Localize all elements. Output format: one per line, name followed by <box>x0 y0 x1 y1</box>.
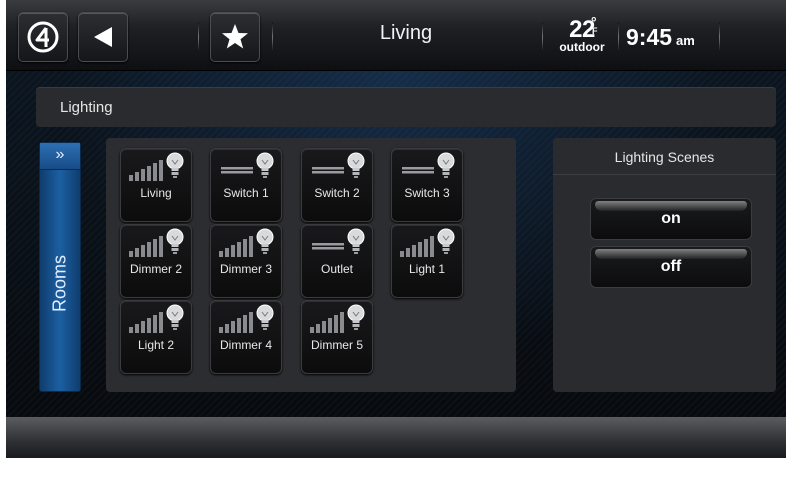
device-label: Light 2 <box>137 338 175 352</box>
device-label: Dimmer 2 <box>129 262 182 276</box>
dimmer-level-icon <box>129 312 163 333</box>
device-tile[interactable]: Dimmer 4 <box>210 300 282 374</box>
bottom-bar <box>6 417 786 458</box>
back-arrow-icon <box>94 27 112 47</box>
divider <box>719 22 720 52</box>
expand-chevron-icon[interactable]: » <box>40 143 80 170</box>
rooms-label: Rooms <box>49 255 70 313</box>
clock-ampm: am <box>676 33 695 48</box>
device-tile[interactable]: Living <box>120 148 192 222</box>
scene-on-button[interactable]: on <box>590 198 752 240</box>
light-bulb-icon <box>166 228 184 254</box>
device-label: Light 1 <box>408 262 446 276</box>
device-label: Switch 1 <box>223 186 269 200</box>
device-tile[interactable]: Dimmer 5 <box>301 300 373 374</box>
device-tile[interactable]: Dimmer 3 <box>210 224 282 298</box>
device-tile[interactable]: Switch 3 <box>391 148 463 222</box>
light-bulb-icon <box>437 152 455 178</box>
device-label: Dimmer 5 <box>310 338 363 352</box>
touch-panel: Living 22 ° F outdoor 9:45 am Lighting » … <box>6 0 786 458</box>
scenes-title: Lighting Scenes <box>614 149 715 165</box>
device-label: Dimmer 3 <box>219 262 272 276</box>
divider <box>542 22 543 52</box>
device-tile[interactable]: Outlet <box>301 224 373 298</box>
device-tile[interactable]: Switch 1 <box>210 148 282 222</box>
dimmer-level-icon <box>129 160 163 181</box>
light-bulb-icon <box>256 304 274 330</box>
dimmer-level-icon <box>400 236 434 257</box>
temperature-unit: F <box>592 26 598 36</box>
divider <box>272 22 273 52</box>
light-bulb-icon <box>437 228 455 254</box>
device-label: Dimmer 4 <box>219 338 272 352</box>
back-button[interactable] <box>78 12 128 62</box>
home-logo-button[interactable] <box>18 12 68 62</box>
device-label: Switch 3 <box>404 186 450 200</box>
light-bulb-icon <box>347 152 365 178</box>
device-label: Living <box>140 186 172 200</box>
light-bulb-icon <box>347 304 365 330</box>
divider <box>198 22 199 52</box>
temperature-label: outdoor <box>559 40 605 54</box>
star-icon <box>222 24 248 49</box>
clock-time: 9:45 <box>626 24 673 50</box>
device-tile[interactable]: Switch 2 <box>301 148 373 222</box>
device-label: Switch 2 <box>314 186 360 200</box>
light-bulb-icon <box>166 304 184 330</box>
light-bulb-icon <box>256 152 274 178</box>
top-navigation-bar: Living 22 ° F outdoor 9:45 am <box>6 0 786 71</box>
switch-state-icon <box>312 243 344 250</box>
lighting-scenes-panel: Lighting Scenes on off <box>553 138 776 392</box>
light-bulb-icon <box>166 152 184 178</box>
light-bulb-icon <box>256 228 274 254</box>
section-title: Lighting <box>60 99 113 116</box>
device-tile[interactable]: Dimmer 2 <box>120 224 192 298</box>
dimmer-level-icon <box>129 236 163 257</box>
light-bulb-icon <box>347 228 365 254</box>
scene-off-button[interactable]: off <box>590 246 752 288</box>
divider <box>618 22 619 52</box>
outdoor-temperature: 22 ° F outdoor <box>551 14 613 54</box>
device-grid: Living Switch 1 Switch 2 Switch 3 Dimmer 2 Di… <box>106 138 612 456</box>
clock: 9:45 am <box>626 24 695 51</box>
switch-state-icon <box>402 167 434 174</box>
switch-state-icon <box>312 167 344 174</box>
rooms-drawer-tab[interactable]: » Rooms <box>39 142 81 392</box>
favorites-button[interactable] <box>210 12 260 62</box>
control4-logo-icon <box>27 21 59 53</box>
dimmer-level-icon <box>310 312 344 333</box>
main-content: Lighting » Rooms Living Switch 1 Switch 2 S… <box>6 71 786 456</box>
device-tile[interactable]: Light 2 <box>120 300 192 374</box>
section-header: Lighting <box>36 87 776 127</box>
device-tile[interactable]: Light 1 <box>391 224 463 298</box>
room-title: Living <box>379 22 433 44</box>
switch-state-icon <box>221 167 253 174</box>
dimmer-level-icon <box>219 312 253 333</box>
dimmer-level-icon <box>219 236 253 257</box>
scenes-header: Lighting Scenes <box>553 138 776 175</box>
device-label: Outlet <box>320 262 353 276</box>
